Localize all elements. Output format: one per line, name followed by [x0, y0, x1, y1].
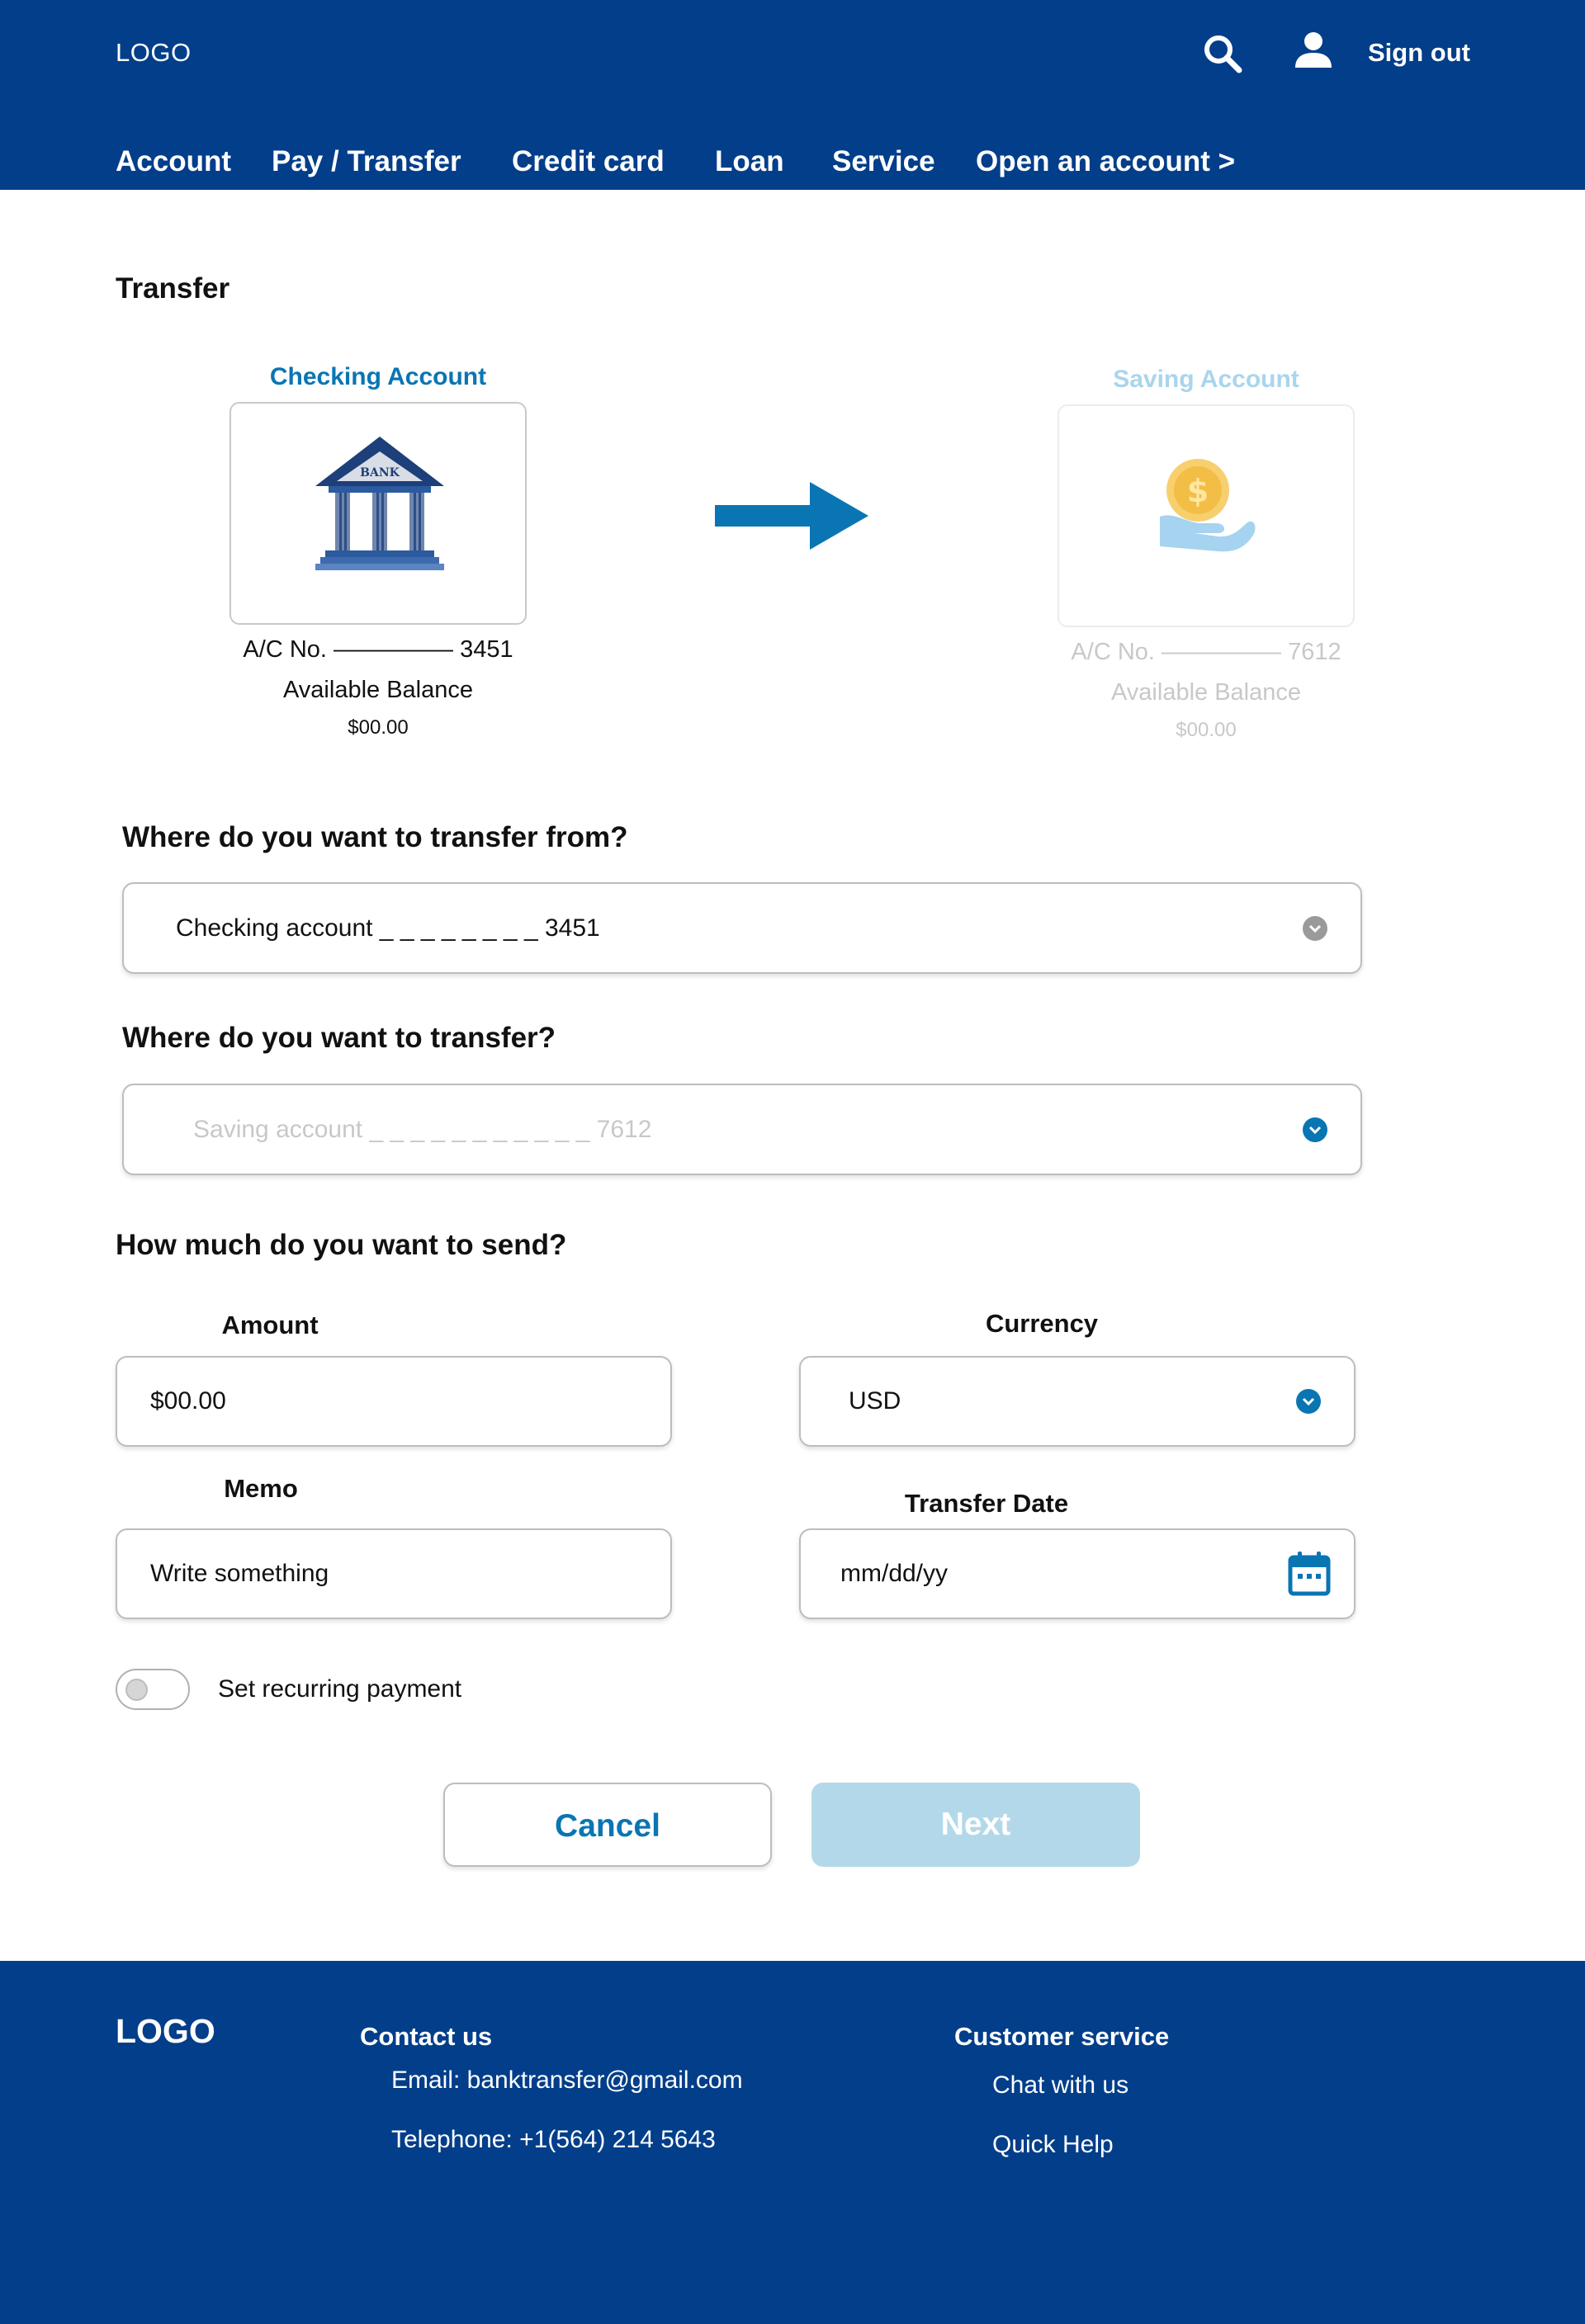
- to-balance-label: Available Balance: [1110, 679, 1302, 706]
- nav-item-open-account[interactable]: Open an account >: [976, 145, 1235, 178]
- nav-item-pay-transfer[interactable]: Pay / Transfer: [272, 145, 461, 178]
- memo-input[interactable]: Write something: [116, 1528, 672, 1619]
- sign-out-link[interactable]: Sign out: [1368, 38, 1470, 68]
- calendar-icon[interactable]: [1288, 1551, 1331, 1597]
- from-account-select-value: Checking account _ _ _ _ _ _ _ _ 3451: [176, 914, 600, 942]
- nav-item-account[interactable]: Account: [116, 145, 231, 178]
- from-account-select[interactable]: Checking account _ _ _ _ _ _ _ _ 3451: [122, 882, 1362, 974]
- recurring-payment-toggle[interactable]: [116, 1669, 190, 1710]
- memo-label: Memo: [224, 1474, 298, 1503]
- page-title: Transfer: [116, 272, 230, 305]
- to-account-number: A/C No. ————— 7612: [1071, 639, 1341, 665]
- contact-email[interactable]: Email: banktransfer@gmail.com: [391, 2067, 743, 2095]
- nav-item-service[interactable]: Service: [832, 145, 935, 178]
- from-balance-label: Available Balance: [282, 677, 474, 703]
- memo-input-value: Write something: [150, 1560, 329, 1587]
- svg-text:$: $: [1187, 473, 1209, 509]
- from-account-title: Checking Account: [269, 363, 487, 390]
- chevron-down-icon[interactable]: [1303, 915, 1327, 941]
- to-account-title: Saving Account: [1113, 366, 1299, 393]
- from-account-number: A/C No. ————— 3451: [243, 636, 513, 663]
- amount-label: Amount: [221, 1311, 319, 1339]
- nav-item-loan[interactable]: Loan: [715, 145, 784, 178]
- bank-sign-text: BANK: [360, 466, 400, 479]
- amount-input-value: $00.00: [150, 1387, 226, 1415]
- user-icon[interactable]: [1293, 30, 1334, 71]
- contact-telephone[interactable]: Telephone: +1(564) 214 5643: [391, 2126, 716, 2154]
- cancel-button[interactable]: Cancel: [443, 1783, 772, 1867]
- customer-service-heading: Customer service: [954, 2022, 1170, 2051]
- recurring-payment-label: Set recurring payment: [218, 1675, 462, 1703]
- from-balance-value: $00.00: [348, 716, 409, 739]
- from-account-card[interactable]: BANK: [229, 402, 527, 625]
- contact-us-heading: Contact us: [360, 2022, 493, 2051]
- bank-building-icon: BANK: [315, 437, 444, 570]
- to-account-select[interactable]: Saving account _ _ _ _ _ _ _ _ _ _ _ 761…: [122, 1084, 1362, 1175]
- currency-label: Currency: [985, 1309, 1099, 1338]
- transfer-date-label: Transfer Date: [904, 1489, 1069, 1518]
- currency-select[interactable]: USD: [799, 1356, 1356, 1447]
- amount-question: How much do you want to send?: [116, 1229, 567, 1261]
- amount-input[interactable]: $00.00: [116, 1356, 672, 1447]
- toggle-knob: [125, 1679, 148, 1701]
- transfer-date-input[interactable]: mm/dd/yy: [799, 1528, 1356, 1619]
- quick-help-link[interactable]: Quick Help: [992, 2131, 1114, 2159]
- transfer-from-question: Where do you want to transfer from?: [122, 821, 628, 853]
- coin-hand-icon: $: [1160, 459, 1256, 552]
- to-balance-value: $00.00: [1176, 719, 1237, 741]
- to-account-select-value: Saving account _ _ _ _ _ _ _ _ _ _ _ 761…: [193, 1115, 652, 1143]
- chat-with-us-link[interactable]: Chat with us: [992, 2071, 1128, 2100]
- footer-logo[interactable]: LOGO: [116, 2012, 215, 2051]
- chevron-down-icon[interactable]: [1303, 1117, 1327, 1142]
- next-button[interactable]: Next: [811, 1783, 1140, 1867]
- to-account-card[interactable]: $: [1057, 404, 1355, 627]
- top-header: LOGO Sign out Account Pay / Transfer Cre…: [0, 0, 1585, 190]
- search-icon[interactable]: [1202, 33, 1243, 74]
- currency-select-value: USD: [849, 1387, 901, 1415]
- chevron-down-icon[interactable]: [1296, 1389, 1321, 1414]
- header-logo[interactable]: LOGO: [116, 38, 192, 68]
- footer: LOGO Contact us Email: banktransfer@gmai…: [0, 1961, 1585, 2324]
- transfer-to-question: Where do you want to transfer?: [122, 1022, 556, 1054]
- transfer-arrow-icon: [715, 482, 868, 550]
- nav-item-credit-card[interactable]: Credit card: [512, 145, 665, 178]
- transfer-date-value: mm/dd/yy: [840, 1560, 949, 1587]
